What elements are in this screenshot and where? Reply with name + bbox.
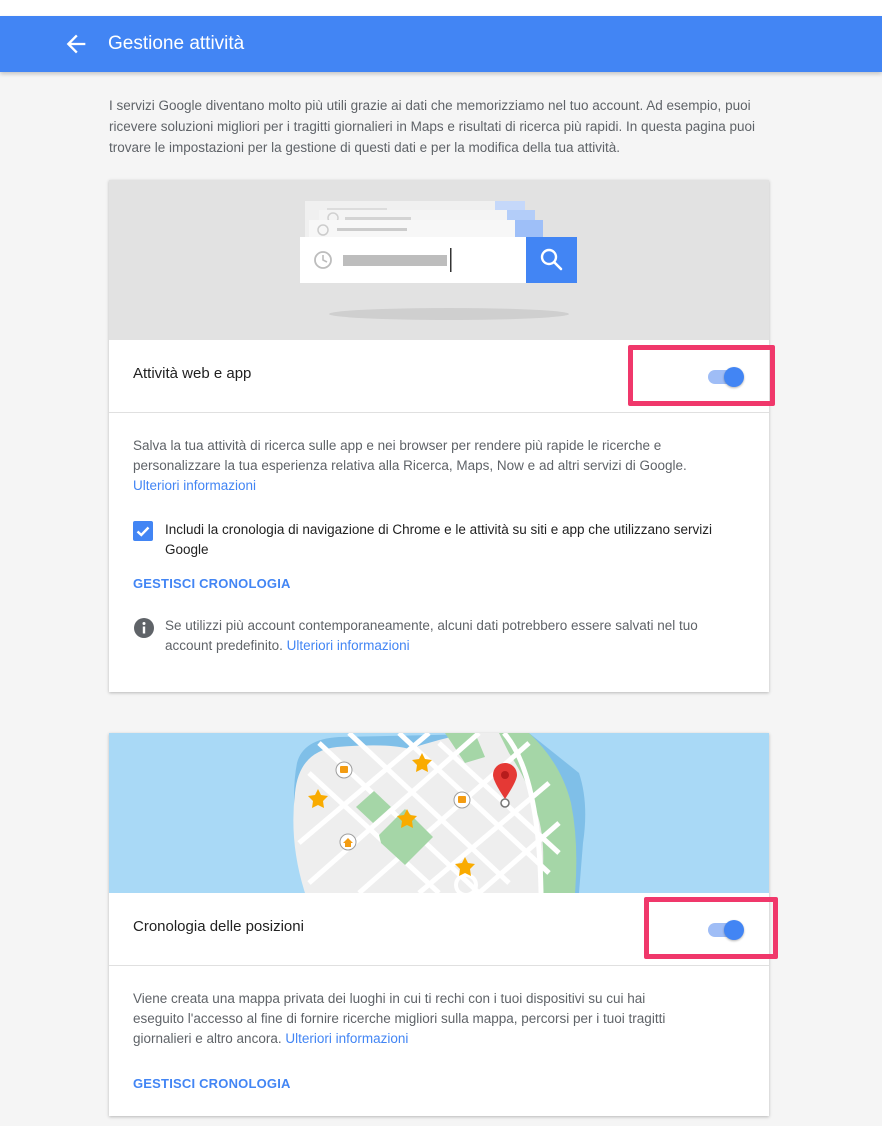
web-app-activity-card: Attività web e app Salva la tua attività… [109, 180, 769, 692]
multi-account-info: Se utilizzi più account contemporaneamen… [165, 616, 745, 656]
back-button[interactable] [62, 30, 90, 58]
web-app-description-text: Salva la tua attività di ricerca sulle a… [133, 438, 687, 473]
map-illustration [109, 733, 769, 893]
intro-text: I servizi Google diventano molto più uti… [109, 98, 756, 155]
location-more-info-link[interactable]: Ulteriori informazioni [285, 1031, 408, 1046]
toggle-highlight-box [628, 345, 775, 406]
info-icon [133, 617, 155, 639]
top-strip [0, 0, 882, 16]
multi-account-info-text: Se utilizzi più account contemporaneamen… [165, 618, 698, 653]
location-manage-history-button[interactable]: GESTISCI CRONOLOGIA [133, 1076, 291, 1091]
more-info-link[interactable]: Ulteriori informazioni [133, 478, 256, 493]
toggle-highlight-box [644, 897, 778, 959]
search-illustration [109, 180, 769, 340]
web-app-activity-title: Attività web e app [133, 365, 252, 382]
app-bar: Gestione attività [0, 16, 882, 72]
page-title: Gestione attività [108, 33, 245, 54]
chrome-history-checkbox[interactable] [133, 521, 153, 541]
location-history-title: Cronologia delle posizioni [133, 918, 304, 935]
location-history-description: Viene creata una mappa privata dei luogh… [133, 989, 673, 1049]
info-more-link[interactable]: Ulteriori informazioni [287, 638, 410, 653]
manage-history-button[interactable]: GESTISCI CRONOLOGIA [133, 576, 291, 591]
check-icon [136, 526, 150, 537]
arrow-back-icon [66, 34, 86, 54]
chrome-history-label: Includi la cronologia di navigazione di … [165, 522, 713, 557]
web-app-activity-description: Salva la tua attività di ricerca sulle a… [133, 436, 723, 496]
